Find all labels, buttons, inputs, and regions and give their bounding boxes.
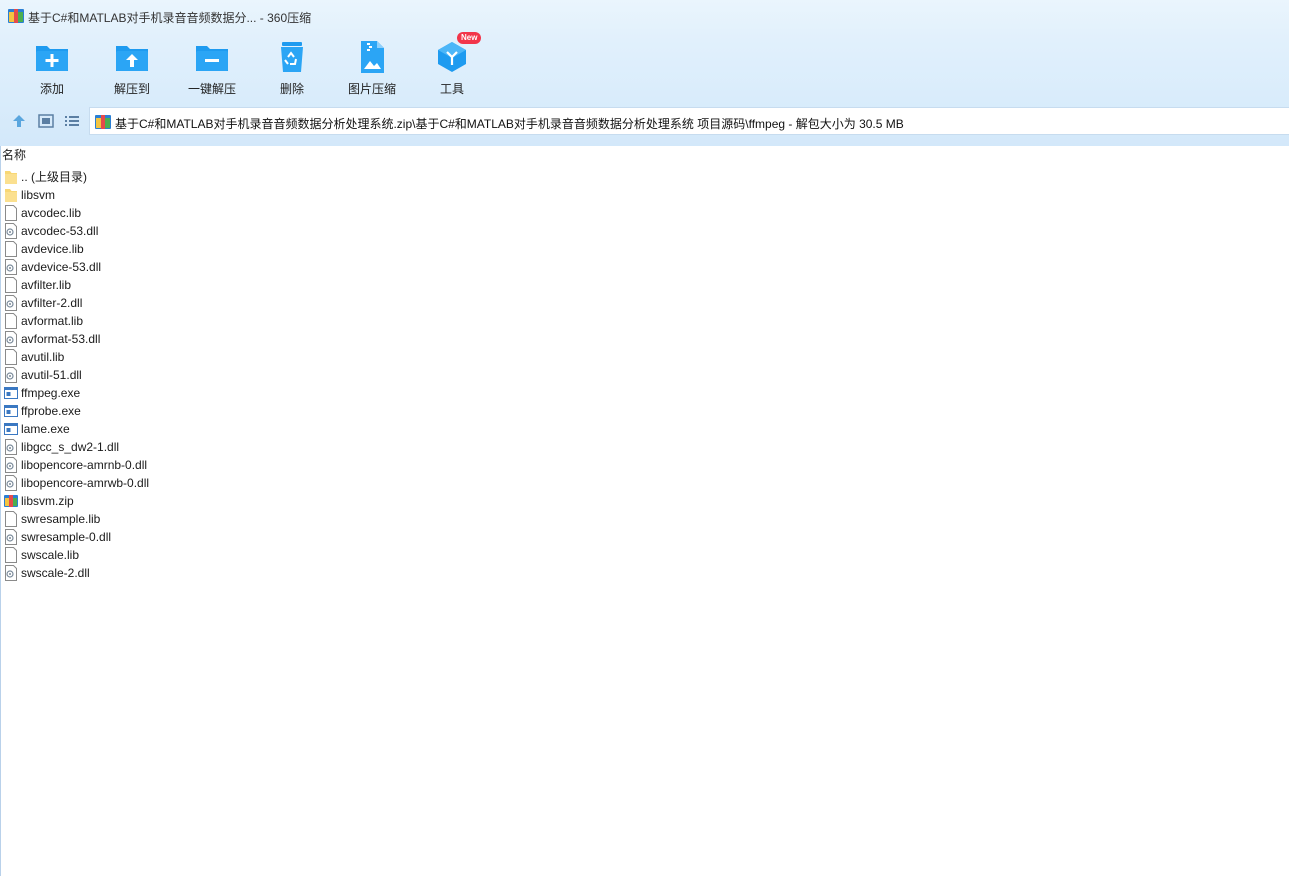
one-click-extract-button[interactable]: 一键解压	[172, 36, 252, 100]
folder-icon	[5, 189, 17, 202]
one-click-extract-icon	[196, 46, 228, 71]
folder-icon	[5, 171, 17, 184]
file-name: avcodec-53.dll	[21, 224, 99, 238]
file-name: avutil.lib	[21, 350, 65, 364]
exe-file-icon	[4, 423, 18, 435]
file-name: libsvm.zip	[21, 494, 74, 508]
extract-to-label: 解压到	[113, 82, 150, 96]
new-badge: New	[457, 32, 482, 44]
up-arrow-icon[interactable]	[10, 112, 28, 130]
file-name: libopencore-amrwb-0.dll	[21, 476, 150, 490]
dll-file-icon	[5, 259, 17, 275]
file-name: .. (上级目录)	[21, 170, 87, 184]
file-name: avutil-51.dll	[21, 368, 82, 382]
file-list: 名称 .. (上级目录) libsvm avcodec.lib avcodec-53.…	[0, 146, 1289, 876]
tools-button[interactable]: New 工具	[412, 32, 492, 100]
add-button[interactable]: 添加	[12, 36, 92, 100]
zip-file-icon	[4, 495, 18, 507]
image-compress-button[interactable]: 图片压缩	[332, 36, 412, 100]
file-icon	[5, 241, 17, 257]
file-name: ffmpeg.exe	[21, 386, 81, 400]
image-compress-label: 图片压缩	[347, 82, 396, 96]
dll-file-icon	[5, 457, 17, 473]
file-name: avformat-53.dll	[21, 332, 101, 346]
file-name: libsvm	[21, 188, 56, 202]
dll-file-icon	[5, 367, 17, 383]
app-window: 基于C#和MATLAB对手机录音音频数据分... - 360压缩 添加 解压到 …	[0, 0, 1289, 876]
path-field[interactable]: 基于C#和MATLAB对手机录音音频数据分析处理系统.zip\基于C#和MATL…	[89, 107, 1289, 135]
file-name: swscale-2.dll	[21, 566, 90, 580]
exe-file-icon	[4, 405, 18, 417]
file-name: avcodec.lib	[21, 206, 82, 220]
dll-file-icon	[5, 331, 17, 347]
file-name: avdevice-53.dll	[21, 260, 102, 274]
file-name: swresample-0.dll	[21, 530, 112, 544]
address-bar: 基于C#和MATLAB对手机录音音频数据分析处理系统.zip\基于C#和MATL…	[0, 106, 1289, 136]
file-name: avfilter-2.dll	[21, 296, 83, 310]
file-icon	[5, 313, 17, 329]
header-area: 基于C#和MATLAB对手机录音音频数据分... - 360压缩 添加 解压到 …	[0, 0, 1289, 146]
recycle-bin-icon	[281, 42, 303, 72]
file-icon	[5, 277, 17, 293]
dll-file-icon	[5, 475, 17, 491]
tools-cube-icon	[438, 42, 466, 72]
add-folder-icon	[36, 46, 68, 71]
file-icon	[5, 547, 17, 563]
file-name: avformat.lib	[21, 314, 84, 328]
tools-label: 工具	[439, 82, 464, 96]
dll-file-icon	[5, 529, 17, 545]
file-icon	[5, 511, 17, 527]
add-label: 添加	[39, 82, 64, 96]
extract-to-button[interactable]: 解压到	[92, 36, 172, 100]
file-name: swscale.lib	[21, 548, 80, 562]
window-title: 基于C#和MATLAB对手机录音音频数据分... - 360压缩	[28, 11, 312, 25]
thumbnail-view-icon[interactable]	[37, 112, 55, 130]
archive-app-icon	[8, 9, 24, 23]
file-name: swresample.lib	[21, 512, 101, 526]
delete-button[interactable]: 删除	[252, 36, 332, 100]
file-name: libgcc_s_dw2-1.dll	[21, 440, 120, 454]
image-compress-icon	[361, 41, 384, 73]
archive-icon	[95, 115, 111, 129]
column-header-name[interactable]: 名称	[1, 146, 26, 164]
list-view-icon[interactable]	[63, 112, 81, 130]
main-toolbar: 添加 解压到 一键解压 删除 图片压缩 New 工具	[12, 32, 492, 100]
exe-file-icon	[4, 387, 18, 399]
dll-file-icon	[5, 295, 17, 311]
file-name: ffprobe.exe	[21, 404, 81, 418]
dll-file-icon	[5, 565, 17, 581]
file-icon	[5, 205, 17, 221]
dll-file-icon	[5, 439, 17, 455]
extract-to-icon	[116, 46, 148, 71]
file-name: avdevice.lib	[21, 242, 84, 256]
dll-file-icon	[5, 223, 17, 239]
title-bar[interactable]: 基于C#和MATLAB对手机录音音频数据分... - 360压缩	[0, 0, 1289, 32]
file-icon	[5, 349, 17, 365]
file-name: avfilter.lib	[21, 278, 72, 292]
path-text: 基于C#和MATLAB对手机录音音频数据分析处理系统.zip\基于C#和MATL…	[115, 117, 904, 131]
file-name: libopencore-amrnb-0.dll	[21, 458, 148, 472]
file-name: lame.exe	[21, 422, 70, 436]
delete-label: 删除	[279, 82, 304, 96]
one-click-extract-label: 一键解压	[187, 82, 236, 96]
